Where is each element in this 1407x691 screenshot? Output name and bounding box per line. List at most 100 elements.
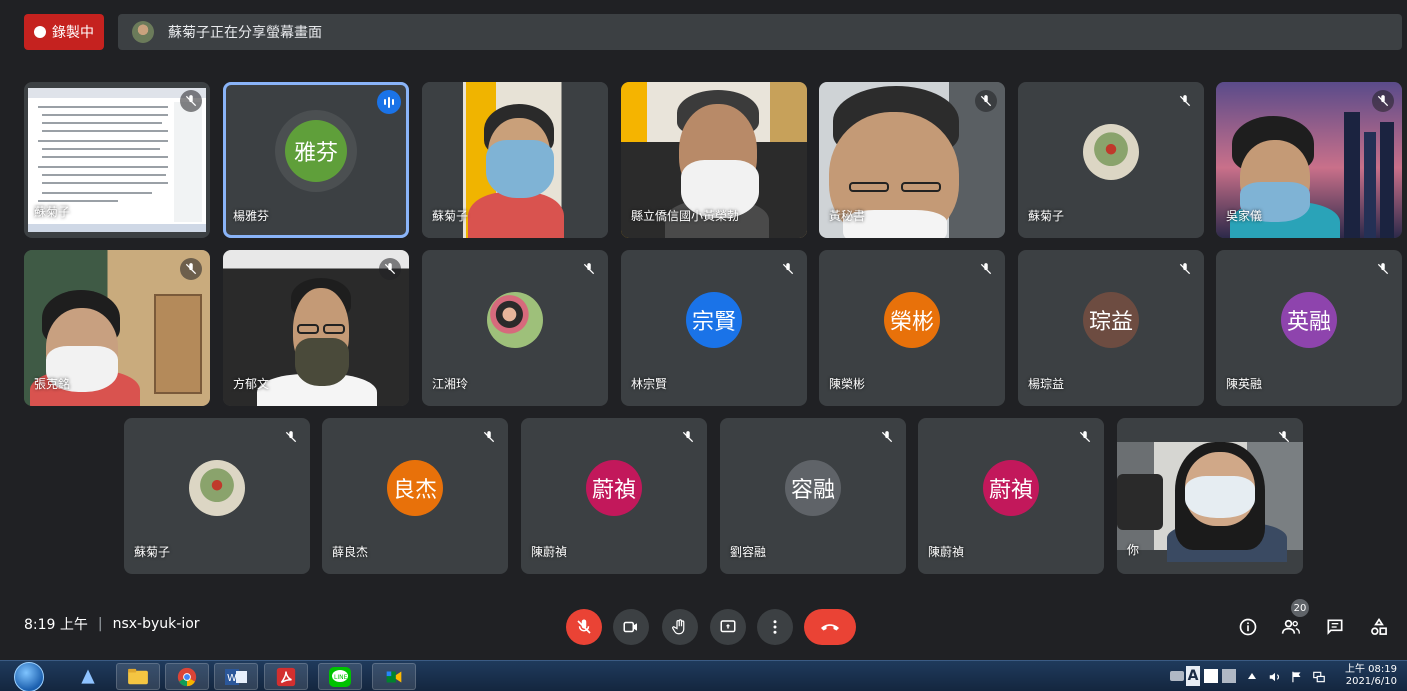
start-icon[interactable] xyxy=(14,662,44,691)
meeting-time: 8:19 上午 xyxy=(24,617,88,633)
raise-hand-icon xyxy=(672,619,685,635)
videocam-icon xyxy=(623,621,637,633)
mic-off-icon xyxy=(180,90,202,112)
present-screen-button[interactable] xyxy=(710,609,746,645)
participant-name: 陳蔚禎 xyxy=(928,545,965,559)
participant-avatar xyxy=(487,292,543,348)
info-icon xyxy=(1239,618,1257,636)
participant-tile[interactable]: 縣立僑信國小黃榮勃 xyxy=(621,82,807,238)
mic-off-icon xyxy=(1074,426,1096,448)
people-button[interactable] xyxy=(1278,614,1304,640)
participant-name: 薛良杰 xyxy=(332,545,369,559)
participant-name: 縣立僑信國小黃榮勃 xyxy=(631,209,740,223)
recording-badge[interactable]: 錄製中 xyxy=(24,14,104,50)
explorer-icon[interactable] xyxy=(66,663,110,690)
raise-hand-button[interactable] xyxy=(662,609,698,645)
clock-date: 2021/6/10 xyxy=(1345,676,1397,687)
word-icon[interactable]: W xyxy=(214,663,258,690)
svg-text:LINE: LINE xyxy=(334,674,348,681)
svg-text:W: W xyxy=(227,673,237,684)
participant-avatar: 蔚禎 xyxy=(586,460,642,516)
clock-time: 上午 08:19 xyxy=(1345,664,1397,675)
ime-indicator[interactable]: A xyxy=(1186,666,1200,686)
mic-off-icon xyxy=(677,426,699,448)
participant-name: 劉容融 xyxy=(730,545,767,559)
participant-tile[interactable]: 方郁文 xyxy=(223,250,409,406)
participant-tile[interactable]: 琮益 楊琮益 xyxy=(1018,250,1204,406)
participant-name: 吳家儀 xyxy=(1226,209,1263,223)
speaking-indicator-icon xyxy=(377,90,401,114)
participant-tile[interactable]: 蔚禎 陳蔚禎 xyxy=(918,418,1104,574)
meeting-details-button[interactable] xyxy=(1235,614,1261,640)
screen-share-banner: 蘇菊子正在分享螢幕畫面 xyxy=(118,14,1402,50)
participant-name: 黃秘書 xyxy=(829,209,866,223)
network-icon[interactable] xyxy=(1312,669,1326,683)
participant-avatar: 蔚禎 xyxy=(983,460,1039,516)
participant-avatar: 榮彬 xyxy=(884,292,940,348)
participant-tile[interactable]: 蘇菊子 xyxy=(24,82,210,238)
mic-off-icon xyxy=(1372,258,1394,280)
meet-app-icon[interactable] xyxy=(372,663,416,690)
participant-tile[interactable]: 蘇菊子 xyxy=(422,82,608,238)
participant-tile[interactable]: 蘇菊子 xyxy=(124,418,310,574)
participant-name: 林宗賢 xyxy=(631,377,668,391)
mic-off-icon xyxy=(975,90,997,112)
participant-avatar: 雅芬 xyxy=(285,120,347,182)
participant-tile[interactable]: 吳家儀 xyxy=(1216,82,1402,238)
participant-tile[interactable]: 黃秘書 xyxy=(819,82,1005,238)
participant-avatar xyxy=(1083,124,1139,180)
participant-avatar: 容融 xyxy=(785,460,841,516)
self-name: 你 xyxy=(1127,543,1140,557)
mic-off-icon xyxy=(577,619,591,634)
people-icon xyxy=(1281,619,1300,634)
participant-name: 張克銘 xyxy=(34,377,71,391)
participant-tile[interactable]: 榮彬 陳榮彬 xyxy=(819,250,1005,406)
participant-name: 方郁文 xyxy=(233,377,270,391)
mic-off-icon xyxy=(1273,426,1295,448)
folder-icon[interactable] xyxy=(116,663,160,690)
volume-icon[interactable] xyxy=(1268,669,1282,683)
mic-off-icon xyxy=(777,258,799,280)
leave-call-button[interactable] xyxy=(804,609,856,645)
self-tile[interactable]: 你 xyxy=(1117,418,1303,574)
chrome-icon[interactable] xyxy=(165,663,209,690)
participant-avatar: 英融 xyxy=(1281,292,1337,348)
ime-fullwidth-icon[interactable] xyxy=(1204,669,1218,683)
flag-icon[interactable] xyxy=(1290,669,1304,683)
line-icon[interactable]: LINE xyxy=(318,663,362,690)
mic-off-icon xyxy=(180,258,202,280)
mic-off-icon xyxy=(379,258,401,280)
keyboard-icon[interactable] xyxy=(1170,671,1184,681)
mic-toggle-button[interactable] xyxy=(566,609,602,645)
chat-button[interactable] xyxy=(1322,614,1348,640)
participant-name: 蘇菊子 xyxy=(34,205,71,219)
participant-tile[interactable]: 蘇菊子 xyxy=(1018,82,1204,238)
tray-expand-icon[interactable] xyxy=(1248,673,1256,679)
meeting-info: 8:19 上午 | nsx-byuk-ior xyxy=(24,614,200,634)
participant-tile[interactable]: 容融 劉容融 xyxy=(720,418,906,574)
participant-tile[interactable]: 宗賢 林宗賢 xyxy=(621,250,807,406)
mic-off-icon xyxy=(578,258,600,280)
more-options-button[interactable] xyxy=(757,609,793,645)
participant-tile-active-speaker[interactable]: 雅芬 楊雅芬 xyxy=(223,82,409,238)
participant-tile[interactable]: 江湘玲 xyxy=(422,250,608,406)
participant-tile[interactable]: 英融 陳英融 xyxy=(1216,250,1402,406)
participant-name: 陳蔚禎 xyxy=(531,545,568,559)
participant-tile[interactable]: 良杰 薛良杰 xyxy=(322,418,508,574)
meet-window: 錄製中 蘇菊子正在分享螢幕畫面 蘇菊子 雅芬 楊雅芬 蘇菊子 縣立僑信國小黃榮勃… xyxy=(0,0,1407,691)
presenter-avatar xyxy=(132,21,154,43)
participant-tile[interactable]: 蔚禎 陳蔚禎 xyxy=(521,418,707,574)
activities-button[interactable] xyxy=(1366,614,1392,640)
participant-avatar: 宗賢 xyxy=(686,292,742,348)
camera-toggle-button[interactable] xyxy=(613,609,649,645)
participant-tile[interactable]: 張克銘 xyxy=(24,250,210,406)
meeting-code: nsx-byuk-ior xyxy=(112,616,200,632)
acrobat-icon[interactable] xyxy=(264,663,308,690)
mic-off-icon xyxy=(280,426,302,448)
system-clock[interactable]: 上午 08:19 2021/6/10 xyxy=(1345,664,1397,688)
participant-name: 陳英融 xyxy=(1226,377,1263,391)
mic-off-icon xyxy=(478,426,500,448)
participant-name: 楊雅芬 xyxy=(233,209,270,223)
activities-icon xyxy=(1371,617,1387,635)
ime-settings-icon[interactable] xyxy=(1222,669,1236,683)
